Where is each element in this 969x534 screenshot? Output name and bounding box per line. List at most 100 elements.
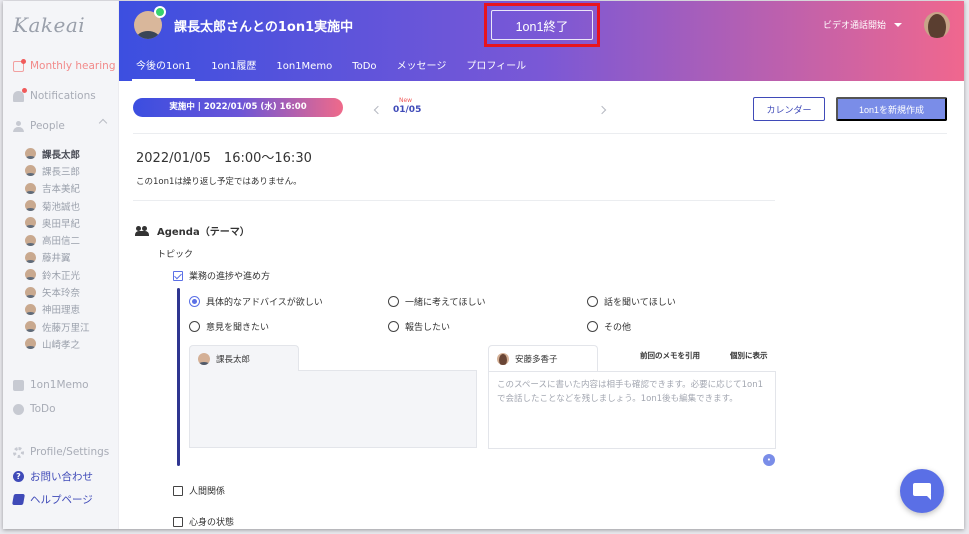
sidebar-item-people[interactable]: People — [13, 120, 65, 132]
tab-bar: 今後の1on1 1on1履歴 1on1Memo ToDo メッセージ プロフィー… — [126, 58, 536, 81]
sidebar-person-item[interactable]: 菊池誠也 — [25, 197, 90, 214]
current-date[interactable]: 01/05 — [393, 105, 421, 115]
sidebar-item-profile-settings[interactable]: Profile/Settings — [13, 446, 109, 458]
option-radio-think-together[interactable]: 一緒に考えてほしい — [388, 295, 486, 308]
avatar — [25, 321, 36, 333]
show-separately-link[interactable]: 個別に表示 — [730, 350, 768, 361]
sidebar-item-1on1memo[interactable]: 1on1Memo — [13, 379, 89, 391]
person-icon — [13, 120, 24, 132]
meeting-datetime: 2022/01/05 16:00〜16:30 — [136, 151, 312, 166]
sidebar-person-item[interactable]: 山崎孝之 — [25, 335, 90, 352]
sidebar-item-label: Notifications — [30, 90, 96, 102]
option-radio-report[interactable]: 報告したい — [388, 320, 450, 333]
tab-history[interactable]: 1on1履歴 — [201, 58, 266, 81]
bell-icon — [13, 87, 27, 102]
person-name: 神田理恵 — [42, 305, 81, 317]
memo-tab-right[interactable]: 安藤多香子 — [488, 345, 598, 371]
sidebar-person-item[interactable]: 佐藤万里江 — [25, 318, 90, 335]
person-name: 山崎孝之 — [42, 339, 81, 351]
memo-tab-left[interactable]: 課長太郎 — [189, 345, 299, 371]
sidebar-person-item[interactable]: 鈴木正光 — [25, 266, 90, 283]
radio-icon — [587, 321, 598, 332]
page-title: 課長太郎さんとの1on1実施中 — [174, 20, 354, 35]
quote-previous-memo-link[interactable]: 前回のメモを引用 — [640, 350, 700, 361]
calendar-button[interactable]: カレンダー — [753, 97, 825, 121]
person-name: 鈴木正光 — [42, 270, 81, 282]
sidebar-item-label: ToDo — [30, 403, 56, 415]
sidebar: Kakeai Monthly hearing Notifications Peo… — [3, 1, 119, 529]
topic-checkbox-relationships[interactable]: 人間関係 — [173, 484, 225, 497]
memo-placeholder: このスペースに書いた内容は相手も確認できます。必要に応じて1on1で会話したこと… — [497, 380, 764, 404]
chevron-up-icon[interactable] — [98, 118, 108, 128]
sidebar-person-item[interactable]: 課長太郎 — [25, 145, 90, 162]
topic-label-text: 人間関係 — [189, 487, 226, 497]
sidebar-person-item[interactable]: 神田理恵 — [25, 301, 90, 318]
attachment-icon[interactable]: • — [763, 454, 775, 466]
avatar — [25, 165, 36, 177]
sidebar-item-label: Monthly hearing — [30, 60, 116, 72]
kakeai-logo[interactable]: Kakeai — [13, 13, 85, 37]
tab-1on1memo[interactable]: 1on1Memo — [266, 58, 342, 81]
option-radio-other[interactable]: その他 — [587, 320, 631, 333]
agenda-heading-label: Agenda（テーマ） — [157, 227, 250, 238]
option-radio-opinion[interactable]: 意見を聞きたい — [189, 320, 269, 333]
topic-checkbox-wellbeing[interactable]: 心身の状態 — [173, 515, 234, 528]
topic-checkbox-progress[interactable]: 業務の進捗や進め方 — [173, 269, 270, 282]
chevron-right-icon[interactable] — [597, 105, 607, 115]
radio-selected-icon — [189, 296, 200, 307]
avatar — [25, 234, 36, 246]
tab-messages[interactable]: メッセージ — [387, 58, 457, 81]
tab-profile[interactable]: プロフィール — [456, 58, 536, 81]
sidebar-item-help[interactable]: ヘルプページ — [12, 492, 93, 507]
person-name: 課長太郎 — [42, 149, 81, 161]
radio-icon — [587, 296, 598, 307]
avatar — [198, 352, 210, 365]
memo-icon — [13, 379, 24, 391]
question-icon: ? — [13, 471, 24, 482]
chevron-left-icon[interactable] — [373, 105, 383, 115]
sidebar-item-monthly-hearing[interactable]: Monthly hearing — [13, 58, 116, 72]
sidebar-person-item[interactable]: 課長三郎 — [25, 162, 90, 179]
radio-icon — [388, 296, 399, 307]
sidebar-item-notifications[interactable]: Notifications — [13, 87, 96, 102]
sidebar-item-label: 1on1Memo — [30, 379, 89, 391]
person-name: 藤井翼 — [42, 253, 71, 265]
sidebar-item-contact[interactable]: ? お問い合わせ — [13, 469, 93, 484]
option-label: 一緒に考えてほしい — [405, 298, 486, 308]
divider — [133, 200, 775, 201]
topic-label: トピック — [157, 250, 194, 260]
sidebar-person-item[interactable]: 吉本美紀 — [25, 180, 90, 197]
radio-icon — [189, 321, 200, 332]
tab-todo[interactable]: ToDo — [342, 58, 386, 81]
online-status-icon — [154, 6, 166, 18]
option-radio-listen[interactable]: 話を聞いてほしい — [587, 295, 676, 308]
option-radio-advice[interactable]: 具体的なアドバイスが欲しい — [189, 295, 323, 308]
sidebar-item-label: People — [30, 120, 65, 132]
tab-upcoming[interactable]: 今後の1on1 — [126, 58, 201, 81]
sidebar-item-todo[interactable]: ToDo — [13, 403, 56, 415]
sidebar-person-item[interactable]: 高田信二 — [25, 231, 90, 248]
gear-icon — [13, 446, 24, 458]
sidebar-person-item[interactable]: 矢本玲奈 — [25, 283, 90, 300]
memo-owner-name: 課長太郎 — [216, 354, 251, 365]
avatar — [497, 352, 509, 365]
video-call-dropdown[interactable]: ビデオ通話開始 — [823, 18, 903, 31]
sidebar-item-label: お問い合わせ — [30, 471, 93, 483]
person-name: 菊池誠也 — [42, 201, 81, 213]
chat-icon[interactable] — [900, 469, 944, 513]
create-1on1-button[interactable]: 1on1を新規作成 — [836, 97, 947, 121]
memo-owner-name: 安藤多香子 — [515, 354, 558, 365]
topic-label-text: 業務の進捗や進め方 — [189, 272, 271, 282]
radio-icon — [388, 321, 399, 332]
option-label: 報告したい — [405, 323, 451, 333]
user-avatar[interactable] — [924, 12, 950, 38]
main-content: 実施中 | 2022/01/05 (水) 16:00 New 01/05 カレン… — [119, 81, 964, 529]
person-name: 吉本美紀 — [42, 184, 81, 196]
sidebar-person-item[interactable]: 奥田早紀 — [25, 214, 90, 231]
memo-area-left[interactable] — [189, 370, 477, 448]
end-1on1-button[interactable]: 1on1終了 — [491, 10, 593, 40]
sidebar-person-item[interactable]: 藤井翼 — [25, 249, 90, 266]
avatar — [25, 251, 36, 263]
option-label: 意見を聞きたい — [206, 323, 270, 333]
avatar — [25, 338, 36, 350]
